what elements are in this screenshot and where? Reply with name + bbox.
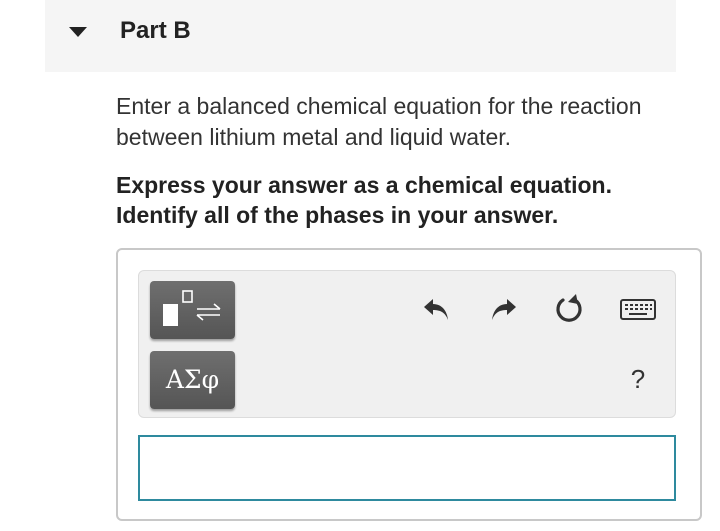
keyboard-icon[interactable] xyxy=(619,293,657,325)
answer-instructions: Express your answer as a chemical equati… xyxy=(116,172,612,228)
greek-symbols-button[interactable]: ΑΣφ xyxy=(150,351,235,409)
redo-icon[interactable] xyxy=(485,291,521,327)
part-title: Part B xyxy=(120,17,191,44)
reset-icon[interactable] xyxy=(551,291,587,327)
part-header[interactable]: Part B xyxy=(45,0,676,72)
collapse-caret-icon[interactable] xyxy=(69,27,87,37)
help-button[interactable]: ? xyxy=(623,361,653,397)
chemistry-template-button[interactable] xyxy=(150,281,235,339)
equation-toolbar: ΑΣφ ? xyxy=(138,270,676,418)
undo-icon[interactable] xyxy=(419,291,455,327)
question-text: Enter a balanced chemical equation for t… xyxy=(116,93,642,150)
chemistry-template-icon xyxy=(163,290,221,326)
greek-symbols-label: ΑΣφ xyxy=(165,365,220,394)
answer-input-field[interactable] xyxy=(138,435,676,501)
question-page: Part B Enter a balanced chemical equatio… xyxy=(0,0,720,531)
answer-panel: ΑΣφ ? xyxy=(116,248,702,521)
